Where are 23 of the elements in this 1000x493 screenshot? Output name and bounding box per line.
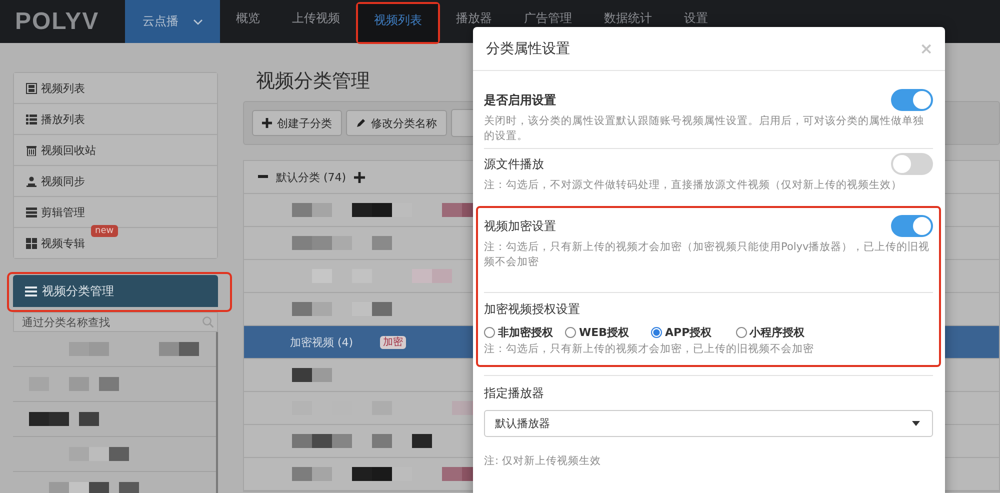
setting-note: 注: 仅对新上传视频生效 bbox=[484, 454, 602, 469]
sidebar-label: 剪辑管理 bbox=[41, 204, 85, 220]
dialog-title: 分类属性设置 bbox=[486, 40, 570, 58]
setting-label: 加密视频授权设置 bbox=[484, 301, 581, 318]
sidebar-label: 视频分类管理 bbox=[42, 282, 114, 300]
setting-label: 源文件播放 bbox=[484, 156, 544, 172]
page-title: 视频分类管理 bbox=[256, 69, 371, 94]
category-name: 加密视频 (4) bbox=[290, 334, 354, 350]
encrypted-badge: 加密 bbox=[380, 336, 406, 348]
setting-label: 指定播放器 bbox=[484, 385, 545, 402]
sidebar-label: 视频列表 bbox=[41, 80, 85, 96]
setting-label: 视频加密设置 bbox=[484, 218, 556, 234]
setting-label: 是否启用设置 bbox=[484, 92, 556, 108]
setting-description: 关闭时，该分类的属性设置默认跟随账号视频属性设置。启用后，可对该分类的属性做单独的设置。 bbox=[484, 114, 925, 144]
logo: POLYV bbox=[14, 6, 100, 36]
setting-note: 注：勾选后，只有新上传的视频才会加密，已上传的旧视频不会加密 bbox=[484, 342, 815, 357]
sidebar-label: 视频回收站 bbox=[41, 142, 96, 158]
setting-note: 注：勾选后，只有新上传的视频才会加密（加密视频只能使用Polyv播放器），已上传的旧视频不会加密 bbox=[484, 240, 931, 270]
sidebar-label: 视频专辑 bbox=[41, 236, 85, 250]
new-badge: new bbox=[91, 225, 118, 237]
sidebar-label: 视频同步 bbox=[41, 174, 85, 188]
setting-note: 注：勾选后，不对源文件做转码处理，直接播放源文件视频（仅对新上传的视频生效） bbox=[484, 178, 903, 193]
sidebar-label: 播放列表 bbox=[41, 112, 85, 126]
